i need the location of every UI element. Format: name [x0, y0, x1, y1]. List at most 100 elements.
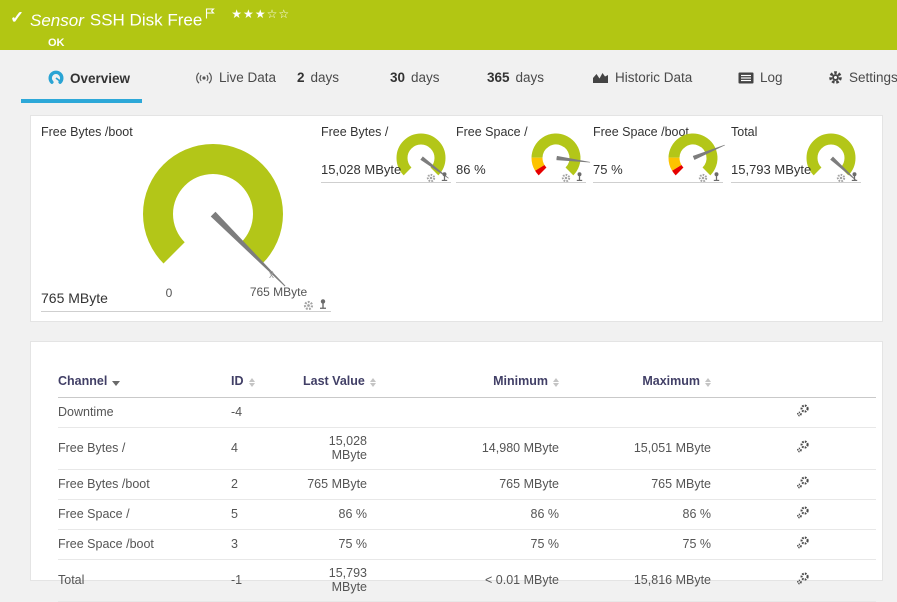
channel-settings-icon[interactable] [766, 559, 876, 602]
channel-settings-icon[interactable] [766, 397, 876, 428]
sort-icon [553, 377, 559, 387]
tab-2-days[interactable]: 2 days [297, 70, 339, 85]
gauge-value: 15,028 MByte [321, 162, 402, 177]
channel-settings-icon[interactable] [766, 499, 876, 530]
cell-last-value: 15,028 MByte [303, 427, 426, 470]
gauge-icon [48, 70, 64, 84]
col-header-last-value[interactable]: Last Value [303, 368, 426, 398]
cell-channel: Free Bytes / [58, 427, 231, 470]
cell-channel: Free Bytes /boot [58, 469, 231, 500]
gauge-free-bytes-root[interactable]: Free Bytes / 15,028 MByte [321, 116, 451, 196]
cell-id: 4 [231, 427, 303, 470]
channel-settings-icon[interactable] [766, 469, 876, 500]
col-header-minimum[interactable]: Minimum [426, 368, 616, 398]
divider [41, 311, 331, 312]
tab-2-days-number: 2 [297, 70, 305, 85]
tab-365-days[interactable]: 365 days [487, 70, 544, 85]
tab-365-days-number: 365 [487, 70, 510, 85]
page-title: Sensor SSH Disk Free ★★★☆☆ [30, 4, 290, 31]
priority-stars[interactable]: ★★★☆☆ [231, 7, 290, 21]
flag-icon[interactable] [205, 4, 216, 24]
col-header-channel[interactable]: Channel [58, 368, 231, 398]
table-row: Free Bytes /boot 2 765 MByte 765 MByte 7… [58, 469, 876, 500]
table-row: Free Space /boot 3 75 % 75 % 75 % [58, 529, 876, 560]
pin-icon[interactable] [318, 298, 328, 316]
cell-minimum: 765 MByte [426, 469, 616, 500]
cell-minimum: 86 % [426, 499, 616, 530]
col-header-maximum[interactable]: Maximum [616, 368, 766, 398]
channels-panel: Channel ID Last Value Minimum Maximum Do… [30, 341, 883, 602]
main-gauge [133, 130, 293, 290]
table-header-row: Channel ID Last Value Minimum Maximum [58, 368, 876, 398]
tab-365-days-label: days [515, 70, 545, 85]
cell-maximum: 15,051 MByte [616, 427, 766, 470]
gauge-title: Free Space / [456, 125, 528, 139]
main-gauge-value: 765 MByte [41, 290, 108, 306]
cell-channel: Free Space /boot [58, 529, 231, 560]
cell-last-value [303, 397, 426, 428]
tab-bar: Overview Live Data 2 days 30 days 365 da… [0, 60, 897, 103]
pin-icon[interactable] [440, 170, 449, 188]
cell-maximum: 86 % [616, 499, 766, 530]
cell-channel: Free Space / [58, 499, 231, 530]
cell-last-value: 765 MByte [303, 469, 426, 500]
sort-icon [705, 377, 711, 387]
col-header-id[interactable]: ID [231, 368, 303, 398]
gauge-value: 86 % [456, 162, 486, 177]
gauge-total[interactable]: Total 15,793 MByte [731, 116, 861, 196]
tab-overview-label: Overview [70, 70, 131, 86]
pin-icon[interactable] [850, 170, 859, 188]
live-data-icon [196, 71, 212, 84]
channel-gear-icon[interactable] [698, 170, 708, 188]
cell-last-value: 86 % [303, 499, 426, 530]
gauge-title: Total [731, 125, 758, 139]
cell-minimum: 14,980 MByte [426, 427, 616, 470]
sensor-name: SSH Disk Free [89, 10, 203, 30]
gear-icon [829, 71, 842, 84]
tab-30-days[interactable]: 30 days [390, 70, 440, 85]
channel-gear-icon[interactable] [836, 170, 846, 188]
cell-minimum: 75 % [426, 529, 616, 560]
table-row: Free Bytes / 4 15,028 MByte 14,980 MByte… [58, 427, 876, 470]
main-gauge-section[interactable]: Free Bytes /boot 0 765 MByte x̄ 765 MByt… [31, 116, 331, 323]
cell-id: -4 [231, 397, 303, 428]
gauge-title: Free Bytes / [321, 125, 389, 139]
tab-overview[interactable]: Overview [21, 70, 143, 103]
channel-gear-icon[interactable] [561, 170, 571, 188]
tab-live-data[interactable]: Live Data [195, 70, 276, 85]
cell-maximum: 765 MByte [616, 469, 766, 500]
cell-last-value: 15,793 MByte [303, 559, 426, 602]
gauge-free-space-root[interactable]: Free Space / 86 % [456, 116, 586, 196]
status-badge: OK [48, 36, 65, 49]
gauge-free-space-boot[interactable]: Free Space /boot 75 % [593, 116, 723, 196]
tab-30-days-number: 30 [390, 70, 406, 85]
channel-gear-icon[interactable] [426, 170, 436, 188]
tab-log-label: Log [760, 70, 783, 85]
tab-2-days-label: days [310, 70, 340, 85]
cell-id: -1 [231, 559, 303, 602]
cell-maximum: 15,816 MByte [616, 559, 766, 602]
cell-maximum [616, 397, 766, 428]
sort-icon [248, 377, 255, 387]
channel-settings-icon[interactable] [766, 529, 876, 560]
cell-channel: Total [58, 559, 231, 602]
active-tab-underline [21, 99, 143, 103]
tab-historic-data[interactable]: Historic Data [592, 70, 692, 85]
tab-log[interactable]: Log [738, 70, 783, 85]
pin-icon[interactable] [712, 170, 721, 188]
channel-gear-icon[interactable] [303, 298, 314, 316]
table-row: Downtime -4 [58, 397, 876, 428]
col-header-settings [766, 368, 876, 398]
historic-chart-icon [593, 73, 608, 83]
main-gauge-scale-max: 765 MByte [249, 285, 308, 299]
cell-last-value: 75 % [303, 529, 426, 560]
pin-icon[interactable] [575, 170, 584, 188]
tab-settings[interactable]: Settings [828, 70, 897, 85]
cell-maximum: 75 % [616, 529, 766, 560]
channel-settings-icon[interactable] [766, 427, 876, 470]
tab-30-days-label: days [411, 70, 440, 85]
cell-channel: Downtime [58, 397, 231, 428]
tab-live-data-label: Live Data [219, 70, 277, 85]
stars-filled: ★★★ [231, 7, 267, 21]
main-gauge-title: Free Bytes /boot [41, 125, 133, 139]
